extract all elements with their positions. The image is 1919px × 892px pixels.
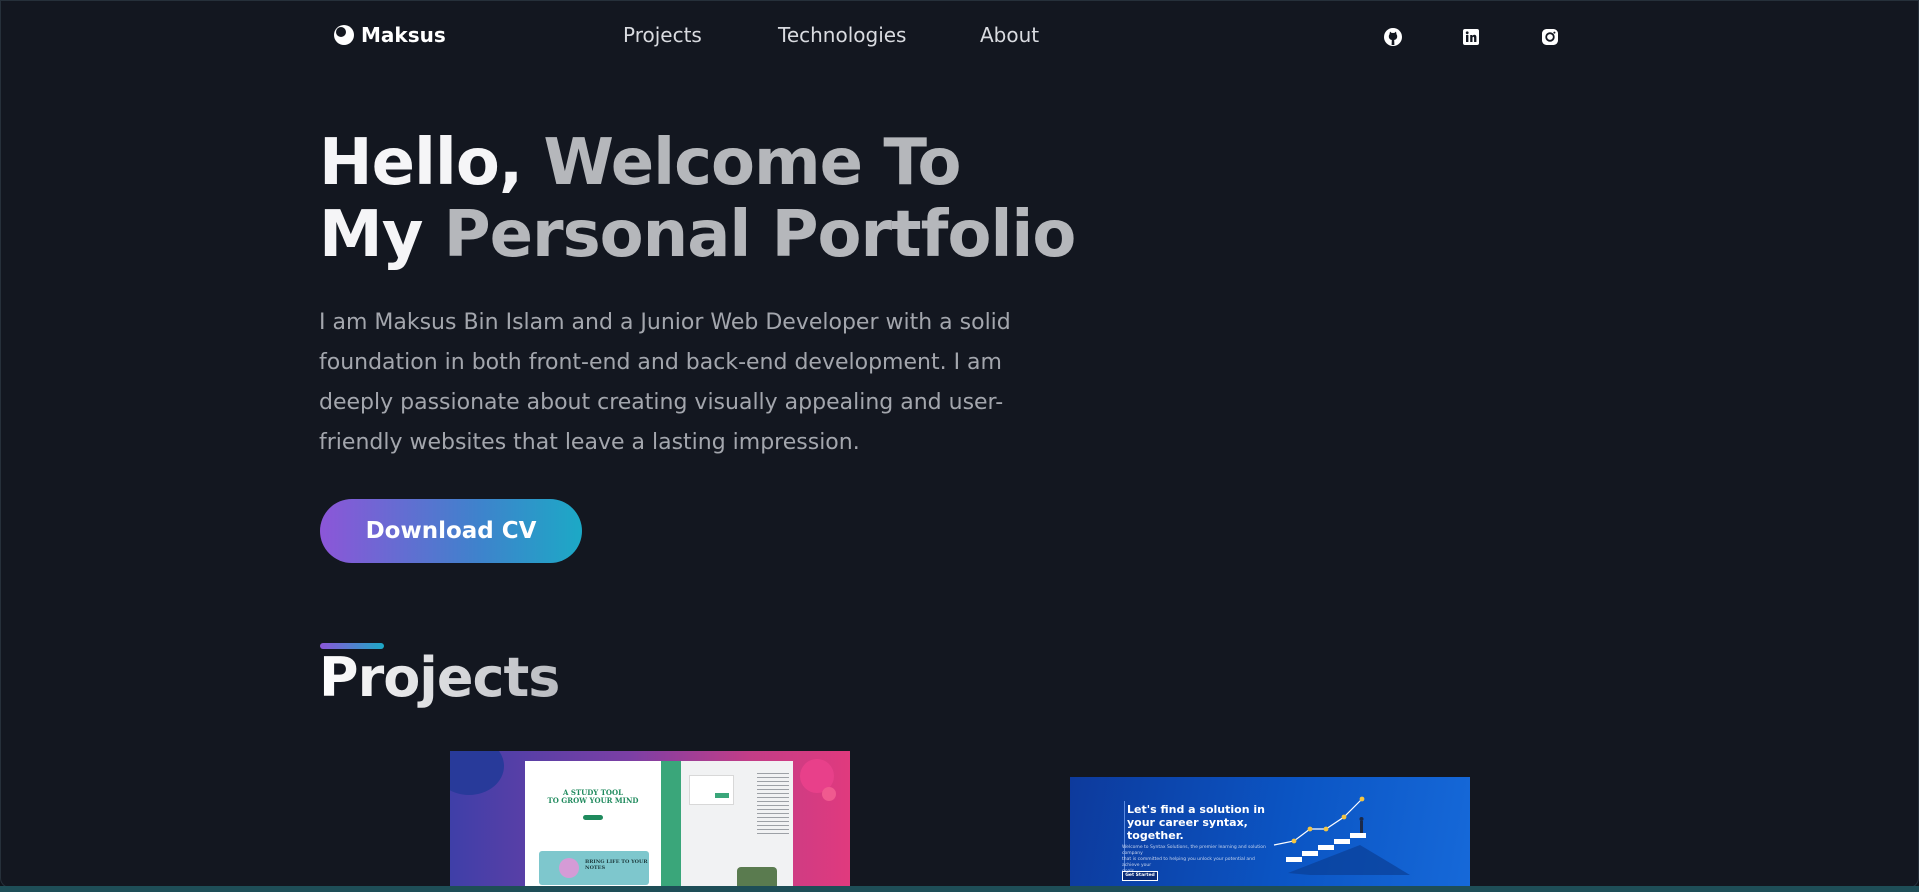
decorative-blob <box>450 751 504 795</box>
screenshot-right-panel <box>681 761 793 887</box>
projects-heading: Projects <box>319 646 560 709</box>
logo-mark-icon <box>334 25 354 45</box>
screenshot-left-panel: A STUDY TOOL TO GROW YOUR MIND BRING LIF… <box>525 761 661 887</box>
page-frame: Maksus Projects Technologies About Hello… <box>0 0 1919 888</box>
project-card-study-tool[interactable]: A STUDY TOOL TO GROW YOUR MIND BRING LIF… <box>450 751 850 887</box>
github-icon <box>1384 28 1402 46</box>
hero-title-line-1: Hello, Welcome To <box>319 127 1075 199</box>
nav-link-technologies[interactable]: Technologies <box>778 21 906 49</box>
hero-title-line-2: My Personal Portfolio <box>319 198 1077 272</box>
screenshot-image <box>737 867 777 887</box>
instagram-icon <box>1542 29 1558 45</box>
project-screenshot: A STUDY TOOL TO GROW YOUR MIND BRING LIF… <box>525 761 793 887</box>
nav-link-about[interactable]: About <box>980 21 1039 49</box>
nav-link-projects[interactable]: Projects <box>623 21 702 49</box>
brand-name: Maksus <box>361 23 446 47</box>
get-started-button: Get Started <box>1122 871 1158 881</box>
project-card-syntax-solutions[interactable]: Let's find a solution in your career syn… <box>1070 777 1470 887</box>
screenshot-headline-line-2: TO GROW YOUR MIND <box>547 796 639 805</box>
decorative-blob <box>822 787 836 801</box>
hero-title-greeting: Hello, <box>319 126 544 200</box>
screenshot-text-block <box>757 773 789 837</box>
window-bottom-edge <box>0 886 1919 892</box>
screenshot-headline: A STUDY TOOL TO GROW YOUR MIND <box>541 789 645 805</box>
feature-card-line-2: NOTES <box>585 865 606 871</box>
hero-title-my: My <box>319 198 444 272</box>
github-link[interactable] <box>1382 26 1404 48</box>
card-description-line-2: that is committed to helping you unlock … <box>1122 857 1255 868</box>
screenshot-feature-card: BRING LIFE TO YOUR NOTES <box>539 851 649 885</box>
download-cv-button[interactable]: Download CV <box>320 499 582 563</box>
linkedin-icon <box>1463 29 1479 45</box>
hero-title-welcome: Welcome To <box>543 126 961 200</box>
hero-intro-text: I am Maksus Bin Islam and a Junior Web D… <box>319 310 1011 455</box>
screenshot-sidebar <box>661 761 681 887</box>
hero-title-portfolio: Personal Portfolio <box>443 198 1077 272</box>
career-stairs-illustration <box>1273 796 1410 875</box>
screenshot-cta-pill <box>583 815 603 820</box>
linkedin-link[interactable] <box>1460 26 1482 48</box>
instagram-link[interactable] <box>1539 26 1561 48</box>
screenshot-dialog <box>689 775 734 805</box>
feature-illustration-icon <box>559 858 579 878</box>
hero-title: Hello, Welcome To My Personal Portfolio <box>319 127 1077 272</box>
feature-card-text: BRING LIFE TO YOUR NOTES <box>585 859 648 871</box>
card-description-line-1: Welcome to Syntax Solutions, the premier… <box>1122 845 1266 856</box>
brand-logo[interactable]: Maksus <box>333 21 446 49</box>
screenshot-dialog-button <box>715 793 729 798</box>
